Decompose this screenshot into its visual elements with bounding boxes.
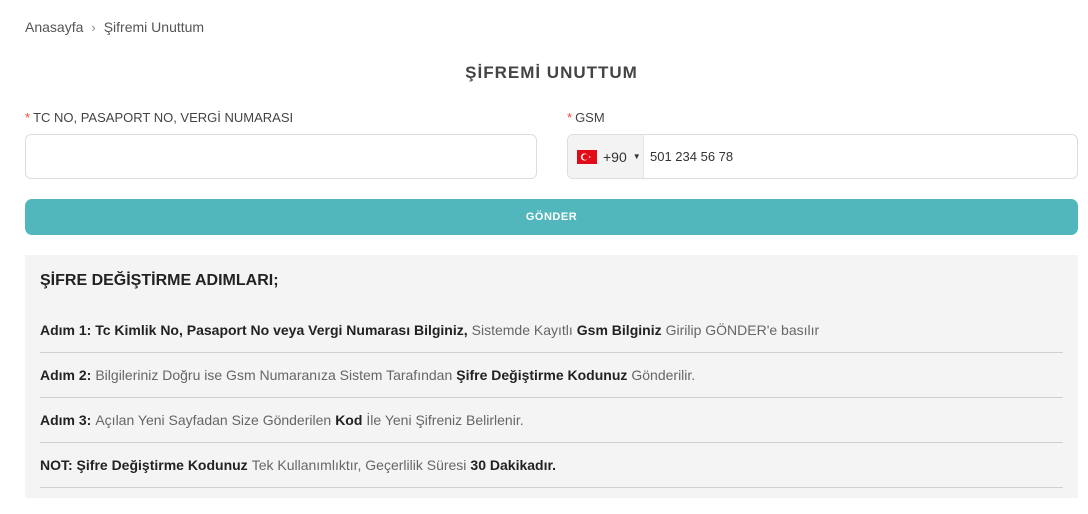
- step-bold-2: Kod: [335, 412, 363, 428]
- caret-down-icon: ▼: [632, 152, 641, 161]
- step-bold-1: NOT: Şifre Değiştirme Kodunuz: [40, 457, 248, 473]
- step-item: Adım 1: Tc Kimlik No, Pasaport No veya V…: [40, 308, 1063, 353]
- tc-id-input[interactable]: [25, 134, 537, 179]
- gsm-field-label-text: GSM: [575, 110, 605, 125]
- step-text-1: Bilgileriniz Doğru ise Gsm Numaranıza Si…: [95, 367, 453, 383]
- step-text-1: Sistemde Kayıtlı: [471, 322, 573, 338]
- step-text-1: Tek Kullanımlıktır, Geçerlilik Süresi: [251, 457, 467, 473]
- turkey-flag-icon: [577, 149, 597, 164]
- step-bold-2: Şifre Değiştirme Kodunuz: [456, 367, 628, 383]
- breadcrumb: Anasayfa › Şifremi Unuttum: [25, 19, 204, 35]
- step-item: Adım 2: Bilgileriniz Doğru ise Gsm Numar…: [40, 353, 1063, 398]
- tc-field-label: * TC NO, PASAPORT NO, VERGİ NUMARASI: [25, 110, 293, 125]
- step-item: Adım 3: Açılan Yeni Sayfadan Size Gönder…: [40, 398, 1063, 443]
- step-text-2: İle Yeni Şifreniz Belirlenir.: [366, 412, 524, 428]
- step-bold-1: Adım 2:: [40, 367, 92, 383]
- breadcrumb-chevron-icon: ›: [91, 19, 96, 35]
- step-bold-1: Adım 3:: [40, 412, 92, 428]
- page-title: ŞİFREMİ UNUTTUM: [465, 63, 638, 82]
- country-code-select[interactable]: +90 ▼: [568, 135, 644, 178]
- step-text-2: Gönderilir.: [631, 367, 696, 383]
- steps-list: Adım 1: Tc Kimlik No, Pasaport No veya V…: [40, 308, 1063, 488]
- breadcrumb-current: Şifremi Unuttum: [103, 19, 205, 35]
- step-text-2: Girilip GÖNDER'e basılır: [665, 322, 820, 338]
- breadcrumb-home-link[interactable]: Anasayfa: [25, 19, 83, 35]
- submit-button[interactable]: GÖNDER: [25, 199, 1078, 235]
- step-text-1: Açılan Yeni Sayfadan Size Gönderilen: [95, 412, 332, 428]
- dial-code: +90: [603, 148, 627, 165]
- steps-title: ŞİFRE DEĞİŞTİRME ADIMLARI;: [40, 272, 279, 289]
- required-mark: *: [567, 110, 573, 125]
- step-bold-2: Gsm Bilginiz: [576, 322, 662, 338]
- tc-field-label-text: TC NO, PASAPORT NO, VERGİ NUMARASI: [33, 110, 294, 125]
- step-bold-2: 30 Dakikadır.: [470, 457, 557, 473]
- required-mark: *: [25, 110, 31, 125]
- phone-input[interactable]: [644, 135, 1077, 178]
- step-item: NOT: Şifre Değiştirme Kodunuz Tek Kullan…: [40, 443, 1063, 488]
- steps-panel: ŞİFRE DEĞİŞTİRME ADIMLARI; Adım 1: Tc Ki…: [25, 255, 1078, 498]
- gsm-field-label: * GSM: [567, 110, 605, 125]
- gsm-field: +90 ▼: [567, 134, 1078, 179]
- step-bold-1: Adım 1: Tc Kimlik No, Pasaport No veya V…: [40, 322, 468, 338]
